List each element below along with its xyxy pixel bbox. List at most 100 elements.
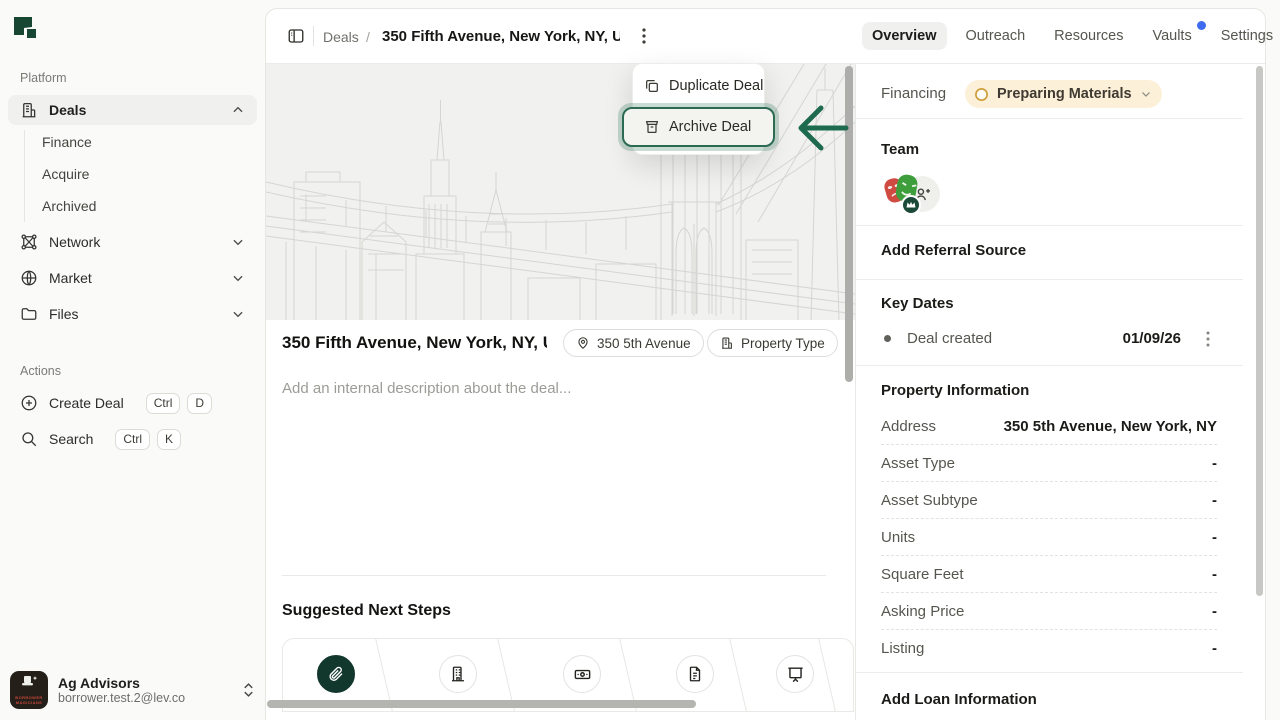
step-documents-button[interactable] bbox=[676, 655, 714, 693]
property-value: 350 5th Avenue, New York, NY bbox=[1004, 418, 1217, 435]
description-editor[interactable]: Add an internal description about the de… bbox=[282, 380, 822, 397]
sidebar-item-market[interactable]: Market bbox=[8, 263, 257, 293]
financing-label: Financing bbox=[881, 85, 946, 102]
notification-dot bbox=[1197, 21, 1206, 30]
property-row-address[interactable]: Address 350 5th Avenue, New York, NY bbox=[881, 416, 1217, 436]
key-date-kebab-icon[interactable] bbox=[1202, 330, 1214, 348]
account-name: Ag Advisors bbox=[58, 675, 232, 691]
add-loan-information-button[interactable]: Add Loan Information bbox=[881, 691, 1037, 708]
add-referral-source-button[interactable]: Add Referral Source bbox=[881, 242, 1026, 259]
step-separator bbox=[817, 638, 838, 712]
account-avatar: BORROWER MAGICIANS bbox=[10, 671, 48, 709]
property-row-listing[interactable]: Listing - bbox=[881, 638, 1217, 658]
property-row-asking-price[interactable]: Asking Price - bbox=[881, 601, 1217, 621]
property-value: - bbox=[1212, 492, 1217, 509]
duplicate-icon bbox=[644, 78, 660, 94]
step-presentation-button[interactable] bbox=[776, 655, 814, 693]
panel-divider bbox=[856, 672, 1243, 673]
files-folder-icon bbox=[20, 305, 38, 323]
kbd-k: K bbox=[157, 429, 181, 450]
chevron-down-icon bbox=[231, 307, 245, 321]
panel-divider bbox=[856, 365, 1243, 366]
deal-kebab-menu-icon[interactable] bbox=[637, 26, 651, 46]
chevron-down-icon bbox=[231, 235, 245, 249]
tab-resources[interactable]: Resources bbox=[1044, 22, 1133, 50]
deal-title: 350 Fifth Avenue, New York, NY, USA bbox=[282, 333, 547, 353]
magician-hat-icon bbox=[19, 675, 39, 689]
property-info-heading: Property Information bbox=[881, 382, 1029, 399]
create-deal-button[interactable]: Create Deal Ctrl D bbox=[8, 388, 257, 418]
step-property-button[interactable] bbox=[439, 655, 477, 693]
annotation-arrow-icon bbox=[795, 103, 849, 153]
subnav-rule bbox=[24, 130, 25, 222]
chevron-updown-icon bbox=[242, 682, 255, 698]
key-date-value[interactable]: 01/09/26 bbox=[981, 330, 1181, 347]
row-divider bbox=[881, 481, 1217, 482]
sidebar-item-deals[interactable]: Deals bbox=[8, 95, 257, 125]
property-label: Asking Price bbox=[881, 603, 964, 620]
action-label: Search bbox=[49, 431, 93, 447]
account-email: borrower.test.2@lev.co bbox=[58, 691, 232, 705]
search-button[interactable]: Search Ctrl K bbox=[8, 424, 257, 454]
property-row-asset-type[interactable]: Asset Type - bbox=[881, 453, 1217, 473]
horizontal-scrollbar-thumb[interactable] bbox=[267, 700, 696, 708]
property-label: Asset Subtype bbox=[881, 492, 978, 509]
tab-outreach[interactable]: Outreach bbox=[956, 22, 1036, 50]
property-label: Units bbox=[881, 529, 915, 546]
step-attachments-button[interactable] bbox=[317, 655, 355, 693]
avatar-caption: BORROWER MAGICIANS bbox=[10, 695, 48, 705]
search-icon bbox=[20, 430, 38, 448]
market-globe-icon bbox=[20, 269, 38, 287]
row-divider bbox=[881, 518, 1217, 519]
property-value: - bbox=[1212, 455, 1217, 472]
sidebar-item-files[interactable]: Files bbox=[8, 299, 257, 329]
property-value: - bbox=[1212, 529, 1217, 546]
row-divider bbox=[881, 444, 1217, 445]
tab-vaults[interactable]: Vaults bbox=[1142, 22, 1201, 50]
menu-item-archive-deal[interactable]: Archive Deal bbox=[622, 107, 775, 147]
sidebar-item-network[interactable]: Network bbox=[8, 227, 257, 257]
financing-status-dropdown[interactable]: Preparing Materials bbox=[965, 80, 1162, 108]
key-dates-heading: Key Dates bbox=[881, 295, 954, 312]
plus-circle-icon bbox=[20, 394, 38, 412]
panel-divider bbox=[856, 225, 1243, 226]
sidebar-item-archived[interactable]: Archived bbox=[42, 198, 96, 214]
panel-scrollbar-thumb[interactable] bbox=[1256, 66, 1263, 596]
property-row-units[interactable]: Units - bbox=[881, 527, 1217, 547]
financing-status-value: Preparing Materials bbox=[997, 86, 1132, 102]
step-financing-button[interactable] bbox=[563, 655, 601, 693]
banknote-icon bbox=[573, 665, 592, 684]
sidebar-item-label: Network bbox=[49, 234, 100, 250]
content-divider bbox=[282, 575, 826, 576]
property-row-square-feet[interactable]: Square Feet - bbox=[881, 564, 1217, 584]
presentation-icon bbox=[786, 665, 805, 684]
kbd-ctrl: Ctrl bbox=[146, 393, 181, 414]
location-pin-icon bbox=[576, 336, 590, 350]
header-divider bbox=[313, 26, 314, 46]
address-chip[interactable]: 350 5th Avenue bbox=[563, 329, 704, 357]
platform-section-label: Platform bbox=[20, 71, 67, 85]
address-chip-label: 350 5th Avenue bbox=[597, 336, 691, 351]
step-separator bbox=[728, 638, 749, 712]
building-icon bbox=[720, 336, 734, 350]
property-value: - bbox=[1212, 566, 1217, 583]
property-type-chip[interactable]: Property Type bbox=[707, 329, 838, 357]
chevron-down-icon bbox=[1140, 88, 1152, 100]
breadcrumb-deals-link[interactable]: Deals bbox=[323, 29, 359, 45]
breadcrumb-current: 350 Fifth Avenue, New York, NY, USA bbox=[382, 28, 620, 45]
sidebar-item-finance[interactable]: Finance bbox=[42, 134, 92, 150]
team-member-avatar-masks[interactable] bbox=[882, 172, 924, 216]
sidebar-item-acquire[interactable]: Acquire bbox=[42, 166, 89, 182]
sidebar-item-label: Deals bbox=[49, 102, 86, 118]
archive-highlight-ring: Archive Deal bbox=[618, 103, 779, 151]
actions-section-label: Actions bbox=[20, 364, 61, 378]
sidebar-toggle-icon[interactable] bbox=[287, 27, 305, 45]
row-divider bbox=[881, 555, 1217, 556]
sidebar-item-label: Market bbox=[49, 270, 92, 286]
menu-item-duplicate-deal[interactable]: Duplicate Deal bbox=[644, 72, 763, 100]
property-row-asset-subtype[interactable]: Asset Subtype - bbox=[881, 490, 1217, 510]
next-steps-title: Suggested Next Steps bbox=[282, 602, 451, 620]
tab-overview[interactable]: Overview bbox=[862, 22, 947, 50]
tab-settings[interactable]: Settings bbox=[1211, 22, 1280, 50]
account-switcher[interactable]: BORROWER MAGICIANS Ag Advisors borrower.… bbox=[10, 668, 255, 712]
